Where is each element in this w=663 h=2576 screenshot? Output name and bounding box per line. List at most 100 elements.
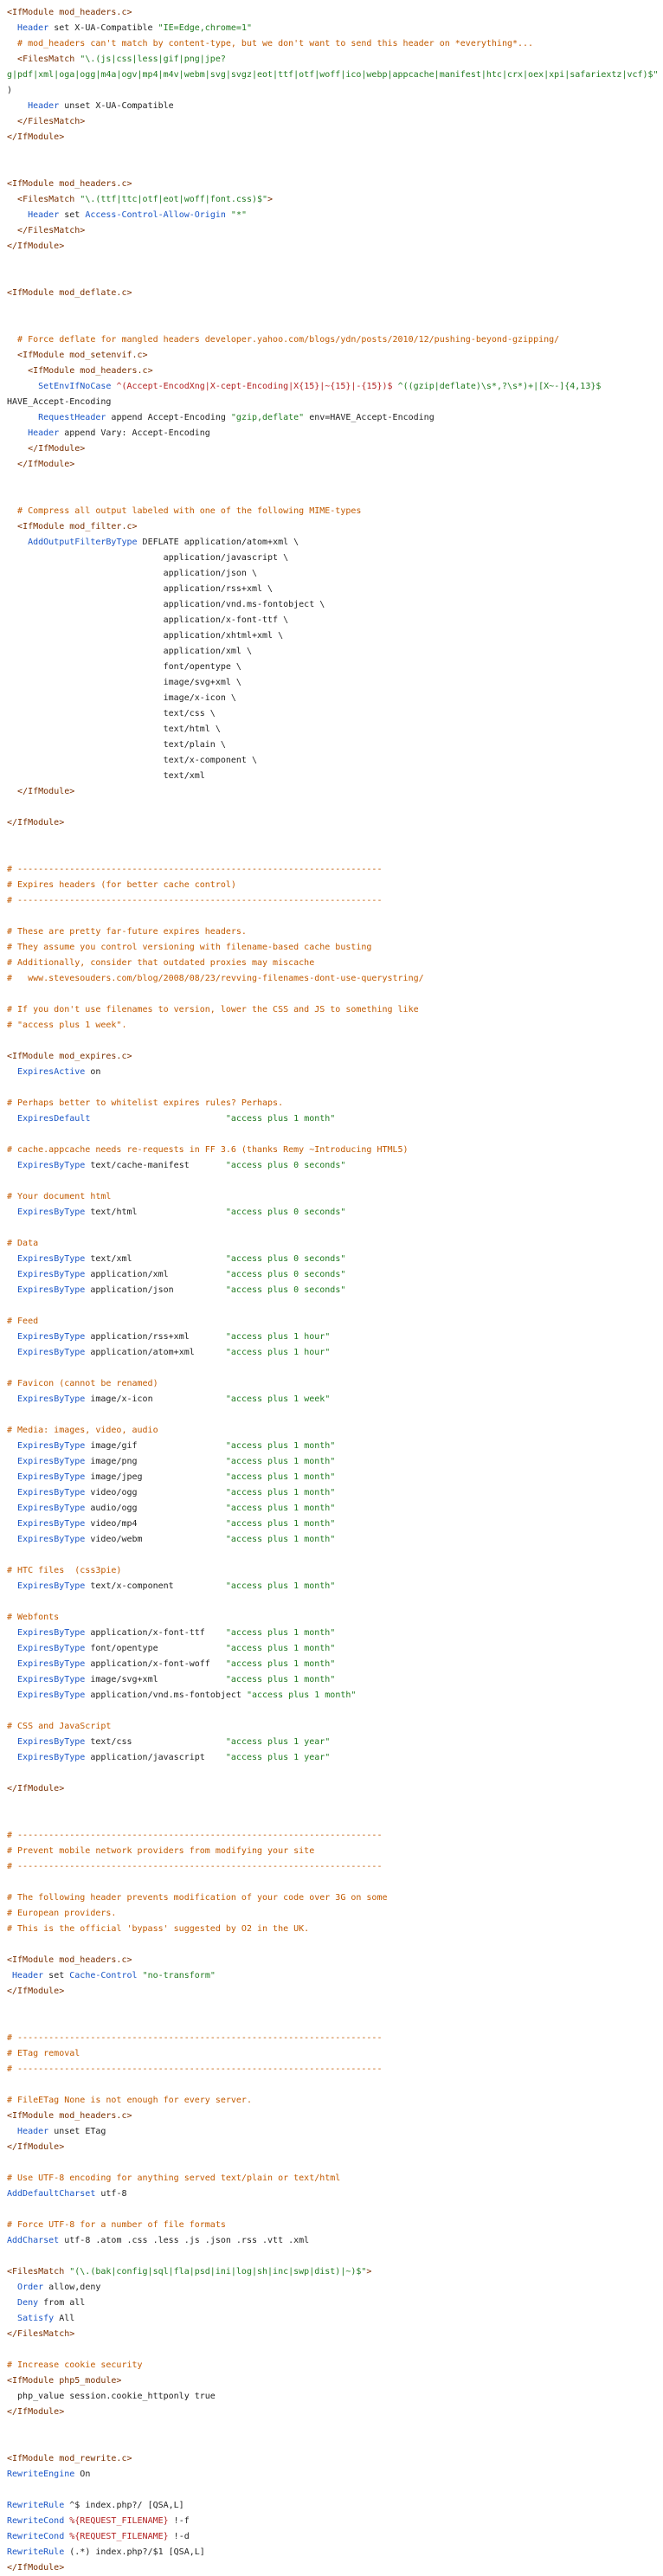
code-line[interactable]: # Increase cookie security	[7, 2358, 663, 2373]
code-line[interactable]: ExpiresByType application/x-font-ttf "ac…	[7, 1626, 663, 1641]
code-line[interactable]: # Favicon (cannot be renamed)	[7, 1376, 663, 1392]
code-line[interactable]	[7, 2420, 663, 2436]
code-line[interactable]	[7, 317, 663, 332]
code-line[interactable]	[7, 301, 663, 317]
code-line[interactable]	[7, 1937, 663, 1953]
code-line[interactable]: ExpiresByType application/xml "access pl…	[7, 1267, 663, 1283]
code-line[interactable]: Header unset X-UA-Compatible	[7, 99, 663, 114]
code-line[interactable]: application/xml \	[7, 644, 663, 660]
code-line[interactable]: # --------------------------------------…	[7, 893, 663, 909]
code-line[interactable]: # Data	[7, 1236, 663, 1252]
code-line[interactable]: ExpiresByType video/ogg "access plus 1 m…	[7, 1485, 663, 1501]
code-line[interactable]: # They assume you control versioning wit…	[7, 940, 663, 956]
code-line[interactable]	[7, 831, 663, 847]
code-line[interactable]	[7, 1766, 663, 1781]
code-line[interactable]	[7, 1548, 663, 1563]
code-line[interactable]	[7, 909, 663, 924]
code-line[interactable]: # HTC files (css3pie)	[7, 1563, 663, 1579]
code-line[interactable]: <IfModule mod_headers.c>	[7, 1953, 663, 1968]
code-line[interactable]: text/xml	[7, 769, 663, 784]
code-line[interactable]: # Force deflate for mangled headers deve…	[7, 332, 663, 348]
code-line[interactable]: Header set Cache-Control "no-transform"	[7, 1968, 663, 1984]
code-line[interactable]: # --------------------------------------…	[7, 862, 663, 878]
code-line[interactable]	[7, 2155, 663, 2171]
code-line[interactable]: ExpiresByType application/javascript "ac…	[7, 1750, 663, 1766]
code-line[interactable]: </IfModule>	[7, 2405, 663, 2420]
code-line[interactable]: RewriteCond %{REQUEST_FILENAME} !-f	[7, 2514, 663, 2529]
code-line[interactable]: ExpiresByType video/webm "access plus 1 …	[7, 1532, 663, 1548]
code-line[interactable]: application/x-font-ttf \	[7, 613, 663, 628]
code-line[interactable]: Header set Access-Control-Allow-Origin "…	[7, 208, 663, 223]
code-line[interactable]: ExpiresByType application/atom+xml "acce…	[7, 1345, 663, 1361]
code-line[interactable]: ExpiresDefault "access plus 1 month"	[7, 1111, 663, 1127]
code-line[interactable]: ExpiresByType text/xml "access plus 0 se…	[7, 1252, 663, 1267]
code-line[interactable]: RewriteRule ^$ index.php?/ [QSA,L]	[7, 2498, 663, 2514]
code-line[interactable]: # Prevent mobile network providers from …	[7, 1844, 663, 1859]
code-line[interactable]: # --------------------------------------…	[7, 1828, 663, 1844]
code-line[interactable]: </FilesMatch>	[7, 2327, 663, 2342]
code-line[interactable]	[7, 2000, 663, 2015]
code-line[interactable]	[7, 1127, 663, 1143]
code-line[interactable]	[7, 1594, 663, 1610]
code-line[interactable]: Header set X-UA-Compatible "IE=Edge,chro…	[7, 21, 663, 36]
code-line[interactable]: # --------------------------------------…	[7, 2031, 663, 2046]
code-line[interactable]: # European providers.	[7, 1906, 663, 1922]
code-line[interactable]	[7, 254, 663, 270]
code-line[interactable]: </IfModule>	[7, 784, 663, 800]
code-line[interactable]: ExpiresByType image/jpeg "access plus 1 …	[7, 1470, 663, 1485]
code-line[interactable]: ExpiresByType image/gif "access plus 1 m…	[7, 1439, 663, 1454]
code-line[interactable]: ExpiresByType text/css "access plus 1 ye…	[7, 1735, 663, 1750]
code-line[interactable]: </FilesMatch>	[7, 114, 663, 130]
code-line[interactable]	[7, 1703, 663, 1719]
code-line[interactable]: <FilesMatch "(\.(bak|config|sql|fla|psd|…	[7, 2264, 663, 2280]
code-line[interactable]: </IfModule>	[7, 1984, 663, 2000]
code-line[interactable]: <IfModule mod_setenvif.c>	[7, 348, 663, 364]
code-line[interactable]: ExpiresByType video/mp4 "access plus 1 m…	[7, 1517, 663, 1532]
code-line[interactable]: AddCharset utf-8 .atom .css .less .js .j…	[7, 2233, 663, 2249]
code-line[interactable]: # ETag removal	[7, 2046, 663, 2062]
code-line[interactable]: <IfModule mod_headers.c>	[7, 364, 663, 379]
code-line[interactable]	[7, 2342, 663, 2358]
code-line[interactable]: ExpiresByType image/svg+xml "access plus…	[7, 1672, 663, 1688]
code-line[interactable]: application/xhtml+xml \	[7, 628, 663, 644]
code-line[interactable]: </IfModule>	[7, 457, 663, 473]
code-line[interactable]: # Webfonts	[7, 1610, 663, 1626]
code-line[interactable]	[7, 1174, 663, 1189]
code-line[interactable]: <IfModule mod_filter.c>	[7, 519, 663, 535]
code-line[interactable]	[7, 2077, 663, 2093]
code-line[interactable]	[7, 1220, 663, 1236]
code-line[interactable]: RequestHeader append Accept-Encoding "gz…	[7, 410, 663, 426]
code-line[interactable]	[7, 847, 663, 862]
code-line[interactable]: application/json \	[7, 566, 663, 582]
code-line[interactable]: </IfModule>	[7, 239, 663, 254]
code-line[interactable]: text/plain \	[7, 737, 663, 753]
code-line[interactable]: application/javascript \	[7, 551, 663, 566]
code-line[interactable]: text/x-component \	[7, 753, 663, 769]
code-line[interactable]	[7, 2249, 663, 2264]
code-line[interactable]: ExpiresByType font/opentype "access plus…	[7, 1641, 663, 1657]
code-line[interactable]: </IfModule>	[7, 815, 663, 831]
code-line[interactable]: # FileETag None is not enough for every …	[7, 2093, 663, 2109]
code-line[interactable]: AddDefaultCharset utf-8	[7, 2186, 663, 2202]
code-line[interactable]	[7, 1797, 663, 1813]
code-line[interactable]: ExpiresByType image/png "access plus 1 m…	[7, 1454, 663, 1470]
code-line[interactable]: font/opentype \	[7, 660, 663, 675]
code-line[interactable]: <IfModule mod_deflate.c>	[7, 286, 663, 301]
code-line[interactable]: # Expires headers (for better cache cont…	[7, 878, 663, 893]
code-line[interactable]: <IfModule mod_expires.c>	[7, 1049, 663, 1065]
code-line[interactable]	[7, 800, 663, 815]
code-line[interactable]: )	[7, 83, 663, 99]
code-line[interactable]: # Your document html	[7, 1189, 663, 1205]
code-line[interactable]: ExpiresByType application/json "access p…	[7, 1283, 663, 1298]
code-line[interactable]: # --------------------------------------…	[7, 2062, 663, 2077]
code-line[interactable]: image/svg+xml \	[7, 675, 663, 691]
code-line[interactable]	[7, 1080, 663, 1096]
code-line[interactable]: SetEnvIfNoCase ^(Accept-EncodXng|X-cept-…	[7, 379, 663, 395]
code-line[interactable]	[7, 145, 663, 161]
code-line[interactable]: # Media: images, video, audio	[7, 1423, 663, 1439]
code-line[interactable]: RewriteEngine On	[7, 2467, 663, 2483]
code-line[interactable]: application/vnd.ms-fontobject \	[7, 597, 663, 613]
code-line[interactable]: <IfModule mod_headers.c>	[7, 2109, 663, 2124]
code-line[interactable]	[7, 161, 663, 177]
code-line[interactable]: </IfModule>	[7, 441, 663, 457]
